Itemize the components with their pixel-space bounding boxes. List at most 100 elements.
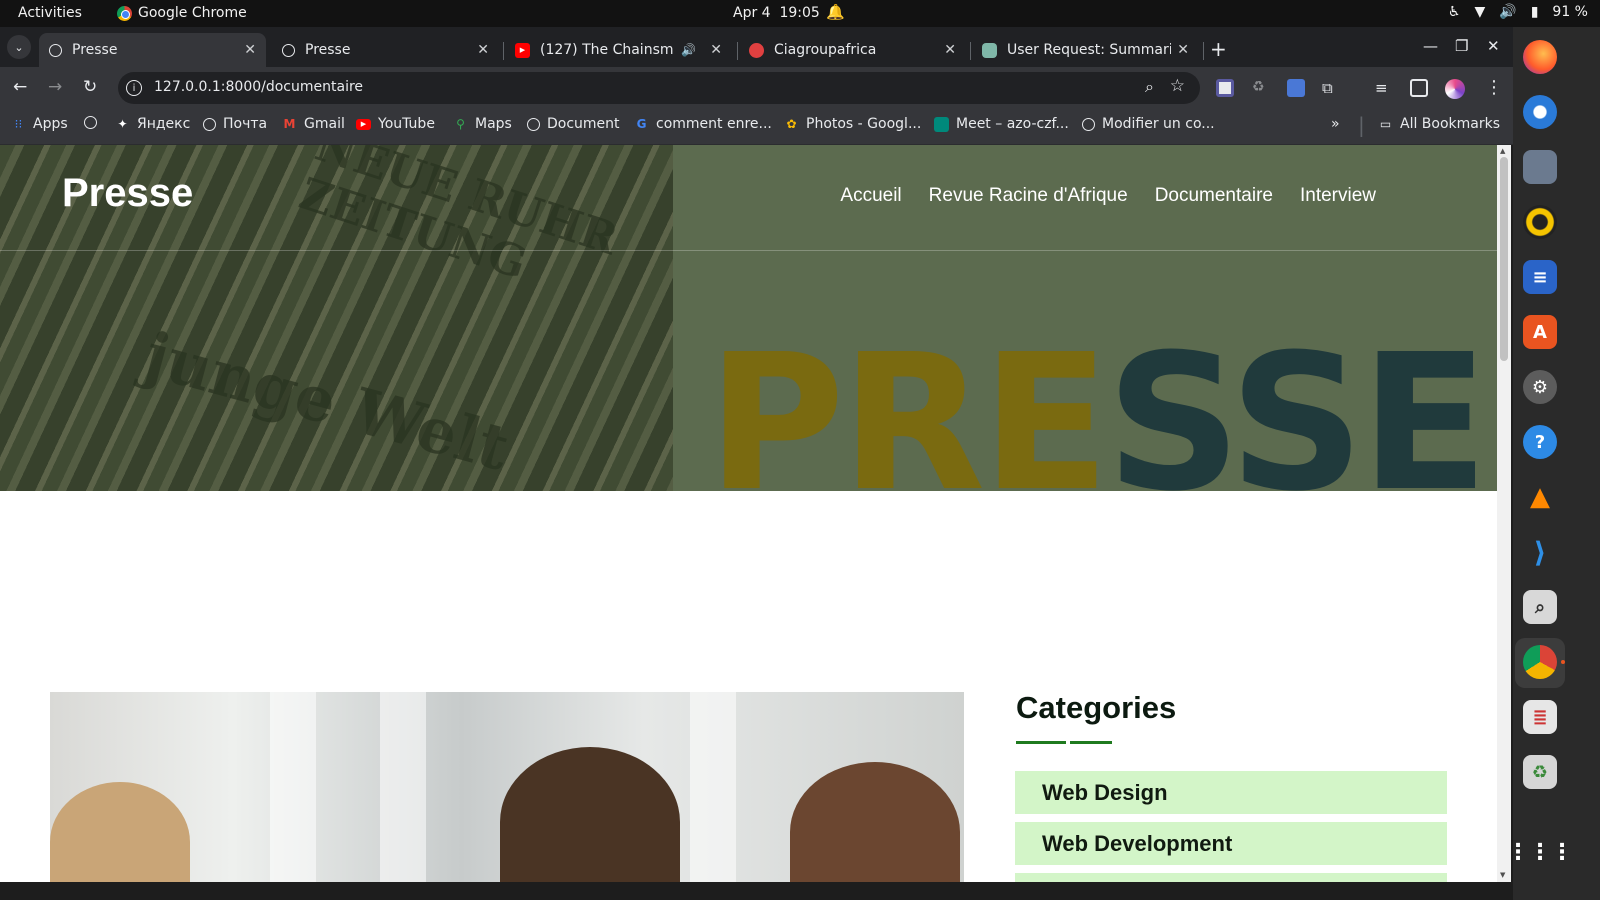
yandex-icon: ✦ (117, 117, 128, 131)
settings-gear-icon[interactable]: ⚙ (1523, 370, 1557, 404)
category-web-design[interactable]: Web Design (1015, 771, 1447, 814)
app-menu[interactable]: Google Chrome (117, 5, 247, 21)
window-light (380, 692, 426, 882)
back-button[interactable]: ← (13, 77, 27, 97)
category-web-development[interactable]: Web Development (1015, 822, 1447, 865)
bookmark-globe[interactable] (84, 116, 97, 129)
site-info-icon[interactable]: i (126, 80, 142, 96)
show-apps-grid-icon[interactable]: ⋮⋮⋮ (1507, 835, 1573, 869)
bookmark-modifier[interactable]: Modifier un co... (1082, 116, 1215, 132)
media-control-icon[interactable]: ≡ (1375, 79, 1393, 97)
youtube-icon: ▶ (515, 42, 530, 58)
image-viewer-icon[interactable]: ⌕ (1523, 590, 1557, 624)
category-item[interactable] (1015, 873, 1447, 882)
thunderbird-icon[interactable] (1523, 95, 1557, 129)
window-close-icon[interactable]: ✕ (1487, 37, 1500, 55)
vlc-icon[interactable]: ▲ (1523, 480, 1557, 514)
audio-playing-icon[interactable]: 🔊 (681, 43, 696, 57)
bookmark-apps[interactable]: ⁝⁝ Apps (11, 116, 68, 132)
bookmark-gmail[interactable]: M Gmail (282, 116, 345, 132)
app-center-icon[interactable]: A (1523, 315, 1557, 349)
person-hair (50, 782, 190, 882)
tab-user-request[interactable]: User Request: Summariz ✕ (972, 33, 1199, 67)
recycle-extension-icon[interactable]: ♻ (1252, 79, 1270, 97)
accessibility-icon[interactable]: ♿ (1448, 4, 1461, 20)
document-viewer-icon[interactable]: ≣ (1523, 700, 1557, 734)
hero-word-part1: PRE (707, 314, 1110, 492)
zoom-icon[interactable]: ⌕ (1145, 77, 1154, 97)
photos-icon: ✿ (786, 117, 797, 131)
forward-button[interactable]: → (48, 77, 62, 97)
bookmark-star-icon[interactable]: ☆ (1170, 76, 1185, 96)
url-text[interactable]: 127.0.0.1:8000/documentaire (154, 79, 363, 95)
bookmark-meet[interactable]: Meet – azo-czf... (934, 116, 1069, 132)
close-tab-icon[interactable]: ✕ (710, 42, 722, 58)
tab-title: Ciagroupafrica (774, 42, 877, 58)
meet-icon (934, 116, 949, 132)
reload-button[interactable]: ↻ (83, 77, 97, 97)
help-icon[interactable]: ? (1523, 425, 1557, 459)
tab-separator (970, 42, 971, 60)
bookmark-yandex[interactable]: ✦ Яндекс (115, 116, 190, 132)
all-bookmarks-label: All Bookmarks (1400, 116, 1501, 132)
page-scrollbar[interactable]: ▲ ▼ (1497, 145, 1511, 882)
tab-presse[interactable]: Presse ✕ (272, 33, 499, 67)
system-status-area[interactable]: ♿ ▼ 🔊 ▮ 91 % (1448, 4, 1588, 20)
bookmark-photos[interactable]: ✿ Photos - Googl... (784, 116, 921, 132)
chrome-icon[interactable] (1523, 645, 1557, 679)
close-tab-icon[interactable]: ✕ (244, 42, 256, 58)
bookmark-youtube[interactable]: ▶ YouTube (356, 116, 435, 132)
bookmark-comment[interactable]: G comment enre... (634, 116, 772, 132)
tab-ciagroupafrica[interactable]: Ciagroupafrica ✕ (739, 33, 966, 67)
nav-documentaire[interactable]: Documentaire (1155, 185, 1273, 207)
globe-icon (84, 116, 97, 129)
bookmark-maps[interactable]: ⚲ Maps (453, 116, 512, 132)
clock[interactable]: Apr 4 19:05 (733, 5, 820, 21)
new-tab-button[interactable]: + (1210, 37, 1227, 61)
trash-icon[interactable]: ♻ (1523, 755, 1557, 789)
site-brand[interactable]: Presse (62, 171, 193, 216)
bookmarks-bar: ⁝⁝ Apps ✦ Яндекс Почта M Gmail ▶ YouTube… (0, 109, 1513, 145)
address-bar[interactable]: i 127.0.0.1:8000/documentaire ⌕ ☆ (118, 72, 1200, 104)
translate-extension-icon[interactable] (1287, 79, 1305, 97)
rhythmbox-icon[interactable] (1523, 205, 1557, 239)
hero-banner: NEUE RUHR ZEITUNG junge Welt PRESSE Pres… (0, 145, 1497, 491)
google-icon: G (636, 117, 647, 131)
tab-separator (737, 42, 738, 60)
more-bookmarks-chevron-icon[interactable]: » (1331, 116, 1340, 132)
activities-button[interactable]: Activities (18, 5, 82, 21)
scroll-down-arrow-icon[interactable]: ▼ (1500, 871, 1505, 879)
bookmark-pochta[interactable]: Почта (203, 116, 267, 132)
nav-revue-racine[interactable]: Revue Racine d'Afrique (929, 185, 1128, 207)
close-tab-icon[interactable]: ✕ (477, 42, 489, 58)
scroll-up-arrow-icon[interactable]: ▲ (1500, 147, 1505, 155)
scrollbar-thumb[interactable] (1500, 157, 1508, 361)
article-image[interactable] (50, 692, 964, 882)
nav-interview[interactable]: Interview (1300, 185, 1376, 207)
globe-icon (1082, 117, 1095, 131)
tab-search-button[interactable]: ⌄ (7, 35, 31, 59)
all-bookmarks-button[interactable]: ▭ All Bookmarks (1378, 116, 1500, 132)
tab-youtube[interactable]: ▶ (127) The Chainsmok 🔊 ✕ (505, 33, 732, 67)
libreoffice-writer-icon[interactable]: ≡ (1523, 260, 1557, 294)
person-hair (790, 762, 960, 882)
close-tab-icon[interactable]: ✕ (1177, 42, 1189, 58)
main-nav: Accueil Revue Racine d'Afrique Documenta… (840, 185, 1376, 207)
profile-avatar[interactable] (1445, 79, 1465, 99)
files-icon[interactable] (1523, 150, 1557, 184)
notification-bell-icon[interactable]: 🔔 (826, 3, 845, 21)
bookmark-document[interactable]: Document (527, 116, 620, 132)
close-tab-icon[interactable]: ✕ (944, 42, 956, 58)
chrome-menu-icon[interactable]: ⋮ (1485, 77, 1503, 98)
gmail-icon: M (283, 117, 296, 131)
restore-icon[interactable]: ❐ (1455, 37, 1468, 55)
extensions-puzzle-icon[interactable]: ⧉ (1322, 79, 1340, 97)
firefox-icon[interactable] (1523, 40, 1557, 74)
vscode-icon[interactable]: ⟩ (1523, 535, 1557, 569)
tab-presse-active[interactable]: Presse ✕ (39, 33, 266, 67)
nav-accueil[interactable]: Accueil (840, 185, 901, 207)
side-panel-icon[interactable] (1410, 79, 1428, 97)
tab-title: User Request: Summariz (1007, 42, 1172, 58)
minimize-icon[interactable]: — (1423, 37, 1438, 55)
pdf-extension-icon[interactable] (1216, 79, 1234, 97)
